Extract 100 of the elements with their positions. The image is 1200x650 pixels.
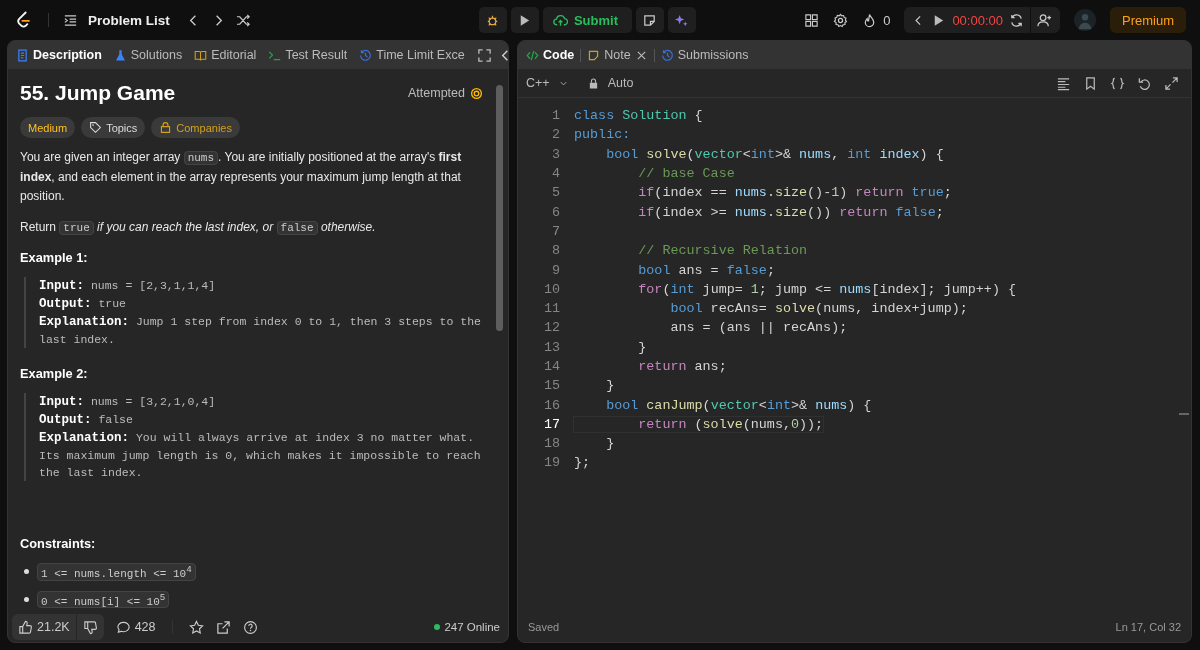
star-icon[interactable] <box>188 619 204 635</box>
comments-button[interactable]: 428 <box>115 619 156 635</box>
fullscreen-icon[interactable] <box>476 47 492 63</box>
description-text: You are given an integer array nums . You are initially positioned at the array's first index, and each element in the array represents your maximum jump length at that position. <box>20 149 463 205</box>
line-number: 11 <box>542 301 561 317</box>
code-line[interactable]: } <box>574 378 615 394</box>
book-icon <box>194 48 208 62</box>
panel-tab[interactable]: Code <box>526 48 575 62</box>
code-line[interactable]: // Recursive Relation <box>574 243 808 259</box>
panel-tab[interactable]: Solutions <box>113 48 183 62</box>
code-line[interactable]: bool solve(vector<int>& nums, int index) { <box>574 146 944 162</box>
problem-list-link[interactable]: Problem List <box>88 12 170 28</box>
example-heading: Example 2: <box>20 366 89 381</box>
line-number: 18 <box>542 436 561 452</box>
like-button[interactable]: 21.2K <box>18 619 70 635</box>
line-number: 3 <box>550 146 561 162</box>
code-line[interactable]: } <box>574 339 647 355</box>
bookmark-icon[interactable] <box>1083 75 1098 91</box>
flask-icon <box>113 48 127 62</box>
run-button[interactable] <box>510 7 539 33</box>
constraints-heading: Constraints: <box>20 536 97 551</box>
reset-icon[interactable] <box>1009 12 1024 28</box>
panel-tab[interactable]: Description <box>16 48 102 62</box>
line-number: 7 <box>550 223 561 239</box>
cloud-upload-icon <box>552 12 568 28</box>
settings-icon[interactable] <box>833 12 849 28</box>
code-line[interactable]: for(int jump= 1; jump <= nums[index]; jump++) { <box>574 281 1017 297</box>
history-icon <box>660 48 674 62</box>
line-number: 17 <box>542 416 561 432</box>
example-line: Explanation: You will always arrive at index 3 no matter what. Its maximum jump length is 0, which makes it impossible to reach the last index. <box>39 430 482 481</box>
tag-chip[interactable]: Topics <box>81 117 146 138</box>
debug-button[interactable] <box>478 7 507 33</box>
code-line[interactable]: // base Case <box>574 166 735 182</box>
online-dot <box>434 624 441 630</box>
note-icon <box>642 12 658 28</box>
undo-icon[interactable] <box>1137 75 1152 91</box>
history-icon <box>359 48 373 62</box>
panel-tab[interactable]: Editorial <box>194 48 257 62</box>
line-number: 12 <box>542 320 561 336</box>
example-line: Output: false <box>39 412 134 429</box>
example-line: Input: nums = [2,3,1,1,4] <box>39 278 217 295</box>
code-line[interactable]: public: <box>574 127 631 143</box>
panel-tab[interactable]: Test Result <box>268 48 348 62</box>
constraint-text: 0 <= nums[i] <= 10$^{5}$ <box>37 590 170 609</box>
code-line[interactable]: return (solve(nums,0)); <box>574 416 824 432</box>
code-line[interactable]: if(index >= nums.size()) return false; <box>574 204 944 220</box>
code-line[interactable]: }; <box>574 455 591 471</box>
tag-chip[interactable]: Medium <box>20 117 76 138</box>
attempted-icon <box>470 86 483 100</box>
note-button[interactable] <box>636 7 664 33</box>
add-user-icon[interactable] <box>1037 12 1052 28</box>
line-number: 16 <box>542 397 561 413</box>
premium-button[interactable]: Premium <box>1110 7 1186 33</box>
constraint-text: 1 <= nums.length <= 10$^{4}$ <box>37 563 196 581</box>
example-line: Input: nums = [3,2,1,0,4] <box>39 394 217 411</box>
example-line: Explanation: Jump 1 step from index 0 to 1, then 3 steps to the last index. <box>39 314 482 348</box>
line-number: 8 <box>550 243 561 259</box>
tag-icon <box>89 121 103 134</box>
comment-icon <box>115 619 131 635</box>
panel-tab[interactable]: Time Limit Exce <box>359 48 465 62</box>
code-line[interactable]: bool recAns= solve(nums, index+jump); <box>574 301 968 317</box>
shuffle-icon[interactable] <box>235 12 251 28</box>
panel-tab[interactable]: Note <box>587 48 648 62</box>
code-line[interactable]: ans = (ans || recAns); <box>574 320 848 336</box>
code-line[interactable]: class Solution { <box>574 108 703 124</box>
mode-label[interactable]: Auto <box>607 76 634 90</box>
submit-button[interactable]: Submit <box>542 7 632 33</box>
line-number: 13 <box>542 339 561 355</box>
panel-tab[interactable]: Submissions <box>660 48 749 62</box>
example-heading: Example 1: <box>20 250 89 265</box>
thumbs-up-icon <box>18 619 33 635</box>
sparkle-button[interactable] <box>668 7 696 33</box>
format-icon[interactable] <box>1056 75 1071 91</box>
document-icon <box>16 48 29 62</box>
code-line[interactable]: bool ans = false; <box>574 262 775 278</box>
line-number: 5 <box>550 185 561 201</box>
timer-text: 00:00:00 <box>952 12 1003 28</box>
tag-chip[interactable]: Companies <box>151 117 240 138</box>
expand-icon[interactable] <box>1164 75 1179 91</box>
line-number: 2 <box>550 127 561 143</box>
streak-count: 0 <box>883 12 891 28</box>
line-number: 4 <box>550 166 561 182</box>
save-status: Saved <box>528 621 560 633</box>
line-number: 19 <box>542 455 561 471</box>
example-line: Output: true <box>39 296 128 313</box>
note-icon <box>587 48 601 62</box>
code-line[interactable]: } <box>574 436 615 452</box>
layout-icon[interactable] <box>804 12 820 28</box>
code-line[interactable]: bool canJump(vector<int>& nums) { <box>574 397 872 413</box>
problem-title: 55. Jump Game <box>20 81 177 105</box>
help-icon[interactable] <box>242 619 258 635</box>
dislike-icon[interactable] <box>82 619 98 635</box>
line-number: 1 <box>550 108 561 124</box>
language-select[interactable]: C++ <box>526 76 569 90</box>
braces-icon[interactable] <box>1110 75 1125 91</box>
code-line[interactable]: return ans; <box>574 359 727 374</box>
line-number: 15 <box>542 378 561 394</box>
code-line[interactable]: if(index == nums.size()-1) return true; <box>574 185 952 201</box>
list-icon[interactable] <box>63 12 78 28</box>
share-icon[interactable] <box>215 619 231 635</box>
